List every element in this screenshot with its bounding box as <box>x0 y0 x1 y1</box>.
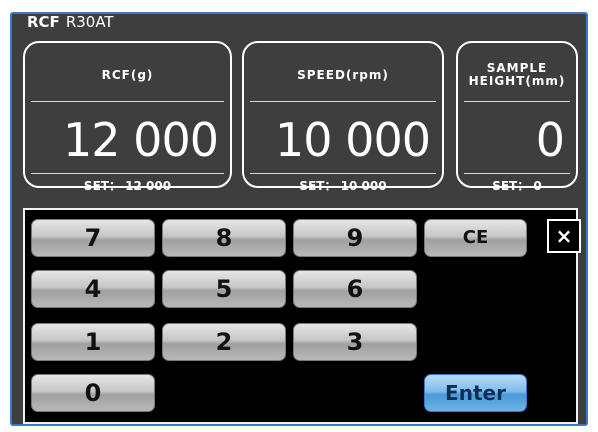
key-0[interactable]: 0 <box>31 374 155 412</box>
rcf-set-label: SET： <box>83 179 121 193</box>
key-1[interactable]: 1 <box>31 323 155 361</box>
height-label-line2: HEIGHT(mm) <box>468 74 566 88</box>
enter-button[interactable]: Enter <box>424 374 527 412</box>
title-model: R30AT <box>65 13 114 31</box>
rcf-panel[interactable]: RCF(g) 12 000 SET： 12 000 <box>23 41 232 193</box>
key-7[interactable]: 7 <box>31 219 155 257</box>
height-set-label: SET： <box>492 179 530 193</box>
title-brand: RCF <box>27 13 60 31</box>
app-title: RCF R30AT <box>27 13 114 31</box>
key-2[interactable]: 2 <box>162 323 286 361</box>
rcf-label: RCF(g) <box>101 68 154 82</box>
height-value: 0 <box>535 113 565 167</box>
rcf-divider-bottom <box>31 173 224 174</box>
speed-divider-bottom <box>250 173 436 174</box>
speed-set-value: 10 000 <box>340 179 387 193</box>
height-panel[interactable]: SAMPLE HEIGHT(mm) 0 SET： 0 <box>456 41 578 193</box>
rcf-set: SET： 12 000 <box>25 179 230 193</box>
speed-divider-top <box>250 101 436 102</box>
key-6[interactable]: 6 <box>293 270 417 308</box>
height-set-value: 0 <box>533 179 542 193</box>
height-divider-bottom <box>464 173 570 174</box>
key-8[interactable]: 8 <box>162 219 286 257</box>
height-set: SET： 0 <box>458 179 576 193</box>
speed-label: SPEED(rpm) <box>297 68 389 82</box>
speed-set: SET： 10 000 <box>244 179 442 193</box>
key-9[interactable]: 9 <box>293 219 417 257</box>
speed-panel[interactable]: SPEED(rpm) 10 000 SET： 10 000 <box>242 41 444 193</box>
rcf-divider-top <box>31 101 224 102</box>
rcf-value: 12 000 <box>63 113 219 167</box>
rcf-set-value: 12 000 <box>125 179 172 193</box>
height-divider-top <box>464 101 570 102</box>
speed-value: 10 000 <box>275 113 431 167</box>
key-4[interactable]: 4 <box>31 270 155 308</box>
speed-set-label: SET： <box>299 179 337 193</box>
key-3[interactable]: 3 <box>293 323 417 361</box>
clear-entry-button[interactable]: CE <box>424 219 527 257</box>
close-icon[interactable]: × <box>547 219 581 253</box>
key-5[interactable]: 5 <box>162 270 286 308</box>
